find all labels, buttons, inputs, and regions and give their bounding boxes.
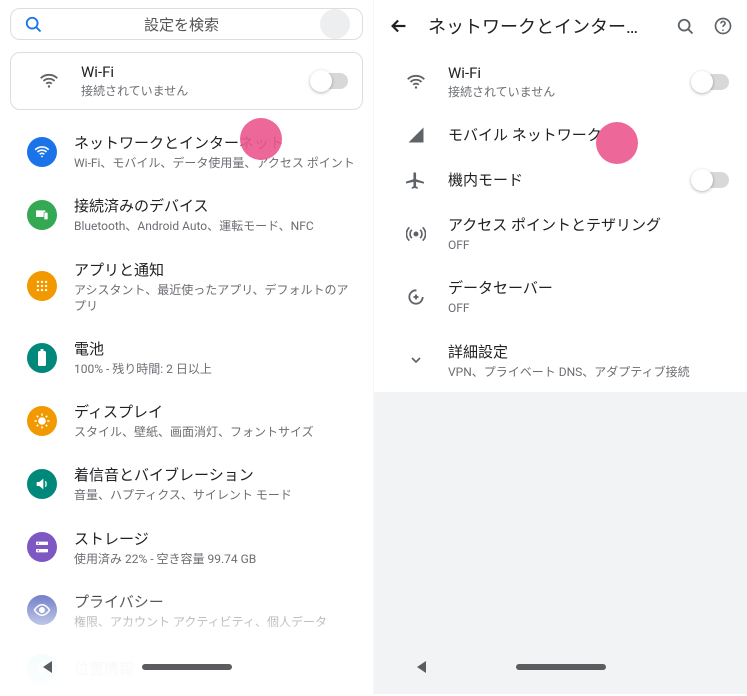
wifi-toggle[interactable] — [312, 73, 348, 89]
airplane-icon — [392, 170, 440, 190]
data-saver-icon — [392, 287, 440, 307]
wifi-subtitle: 接続されていません — [81, 83, 312, 99]
hotspot-tethering-row[interactable]: アクセス ポイントとテザリング OFF — [374, 202, 747, 265]
network-internet-screen: ネットワークとインター… Wi-Fi 接続されていません モバイル ネットワーク — [374, 0, 747, 694]
item-apps-notifications[interactable]: アプリと通知 アシスタント、最近使ったアプリ、デフォルトのアプリ — [0, 247, 373, 326]
airplane-mode-row[interactable]: 機内モード — [374, 157, 747, 202]
item-battery[interactable]: 電池 100% - 残り時間: 2 日以上 — [0, 326, 373, 389]
nav-back-button[interactable] — [43, 661, 52, 673]
devices-icon — [27, 200, 57, 230]
avatar[interactable] — [320, 9, 350, 39]
privacy-icon — [27, 595, 57, 625]
nav-home-pill[interactable] — [142, 664, 232, 670]
item-privacy[interactable]: プライバシー 権限、アカウント アクティビティ、個人データ — [0, 579, 373, 642]
chevron-down-icon — [392, 352, 440, 368]
settings-root-screen: 設定を検索 Wi-Fi 接続されていません ネットワークとインターネット Wi-… — [0, 0, 374, 694]
item-storage[interactable]: ストレージ 使用済み 22% - 空き容量 99.74 GB — [0, 516, 373, 579]
airplane-toggle[interactable] — [693, 172, 729, 188]
wifi-title: Wi-Fi — [81, 63, 312, 81]
item-network-internet[interactable]: ネットワークとインターネット Wi-Fi、モバイル、データ使用量、アクセス ポイ… — [0, 120, 373, 183]
help-icon[interactable] — [713, 16, 733, 36]
data-saver-row[interactable]: データセーバー OFF — [374, 265, 747, 328]
advanced-row[interactable]: 詳細設定 VPN、プライベート DNS、アダプティブ接続 — [374, 329, 747, 392]
item-sound[interactable]: 着信音とバイブレーション 音量、ハプティクス、サイレント モード — [0, 452, 373, 515]
wifi-icon — [392, 71, 440, 93]
search-bar[interactable]: 設定を検索 — [10, 8, 363, 40]
item-display[interactable]: ディスプレイ スタイル、壁紙、画面消灯、フォントサイズ — [0, 389, 373, 452]
page-title: ネットワークとインター… — [428, 13, 657, 39]
system-navbar — [374, 640, 747, 694]
wifi-circle-icon — [27, 137, 57, 167]
apps-icon — [27, 271, 57, 301]
battery-icon — [27, 343, 57, 373]
storage-icon — [27, 532, 57, 562]
display-icon — [27, 406, 57, 436]
nav-home-pill[interactable] — [516, 664, 606, 670]
wifi-card[interactable]: Wi-Fi 接続されていません — [10, 52, 363, 110]
system-navbar — [0, 640, 373, 694]
hotspot-icon — [392, 224, 440, 244]
sound-icon — [27, 469, 57, 499]
search-placeholder: 設定を検索 — [43, 14, 320, 35]
item-connected-devices[interactable]: 接続済みのデバイス Bluetooth、Android Auto、運転モード、N… — [0, 183, 373, 246]
app-bar: ネットワークとインター… — [374, 0, 747, 52]
search-icon — [23, 14, 43, 34]
mobile-network-row[interactable]: モバイル ネットワーク — [374, 112, 747, 157]
wifi-toggle[interactable] — [693, 74, 729, 90]
nav-back-button[interactable] — [417, 661, 426, 673]
back-icon[interactable] — [388, 15, 410, 37]
wifi-row[interactable]: Wi-Fi 接続されていません — [374, 52, 747, 112]
search-icon[interactable] — [675, 16, 695, 36]
wifi-icon — [25, 70, 73, 92]
cellular-icon — [392, 125, 440, 145]
